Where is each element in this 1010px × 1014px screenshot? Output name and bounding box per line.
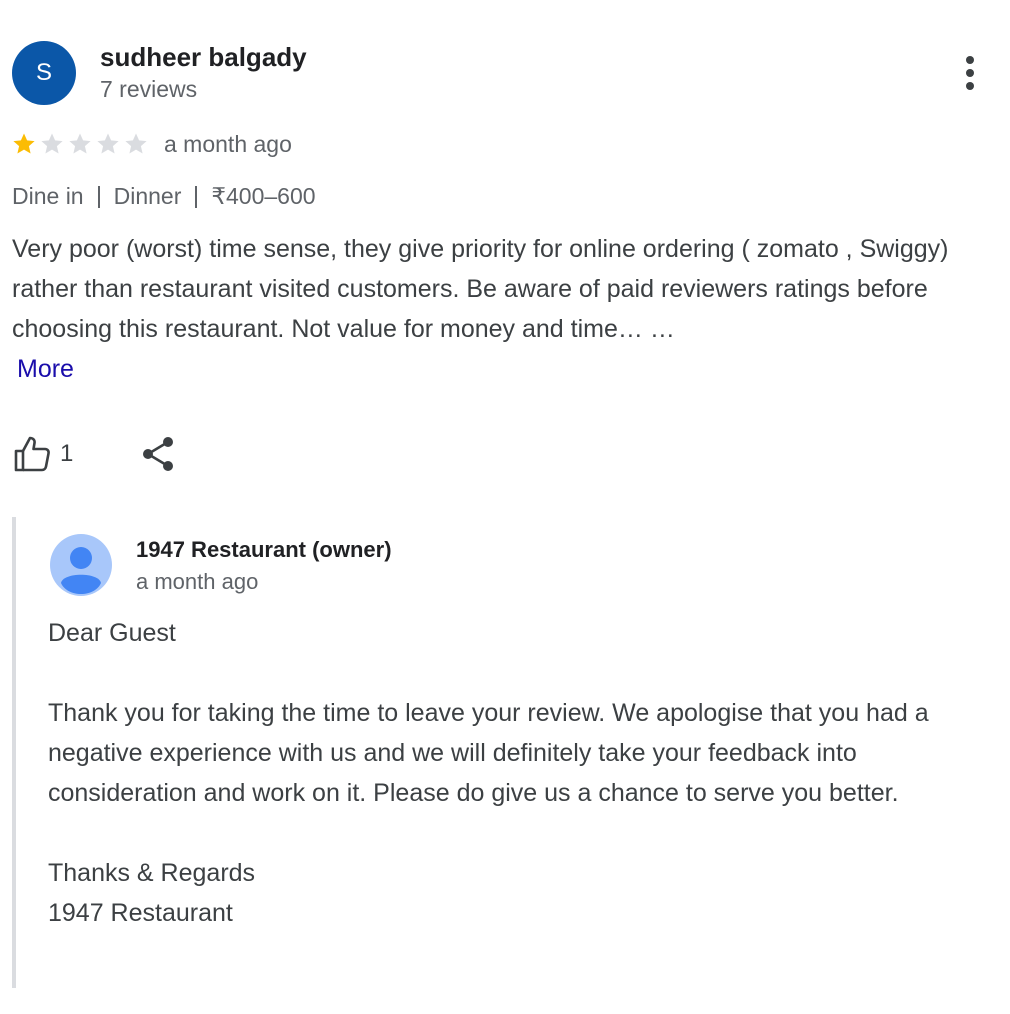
review-actions: 1 — [12, 430, 177, 478]
star-empty-icon — [69, 133, 91, 154]
reply-greeting: Dear Guest — [48, 619, 176, 647]
more-link[interactable]: More — [17, 349, 997, 389]
reply-closing-line: Thanks & Regards — [48, 859, 256, 887]
review-text: Very poor (worst) time sense, they give … — [12, 229, 997, 389]
reviewer-avatar[interactable]: S — [12, 41, 76, 105]
meal-type: Dinner — [113, 183, 182, 209]
thumbs-up-icon — [14, 436, 50, 472]
star-empty-icon — [97, 133, 119, 154]
service-type: Dine in — [12, 183, 84, 209]
star-empty-icon — [41, 133, 63, 154]
star-empty-icon — [125, 133, 147, 154]
owner-reply-text: Dear Guest Thank you for taking the time… — [48, 613, 1003, 933]
reviewer-avatar-initial: S — [35, 59, 52, 86]
like-count: 1 — [60, 440, 74, 467]
review-time: a month ago — [164, 130, 292, 157]
reviewer-review-count[interactable]: 7 reviews — [100, 76, 197, 103]
reply-body: Thank you for taking the time to leave y… — [48, 699, 929, 807]
more-options-button[interactable] — [952, 52, 988, 96]
reply-closing: Thanks & Regards 1947 Restaurant — [48, 853, 1003, 933]
owner-reply: 1947 Restaurant (owner) a month ago Dear… — [12, 517, 1006, 988]
share-icon[interactable] — [139, 434, 177, 474]
meta-divider — [195, 185, 198, 208]
person-avatar-icon — [50, 534, 112, 596]
star-filled-icon — [13, 133, 35, 154]
owner-reply-time: a month ago — [136, 569, 259, 594]
meta-divider — [97, 185, 100, 208]
more-vertical-icon — [966, 56, 974, 90]
rating-row: a month ago — [12, 128, 292, 160]
like-button[interactable]: 1 — [12, 434, 73, 474]
reply-signature: 1947 Restaurant — [48, 899, 233, 927]
star-rating — [12, 132, 152, 156]
reviewer-name[interactable]: sudheer balgady — [100, 42, 307, 73]
owner-name: 1947 Restaurant (owner) — [136, 537, 392, 562]
review-body: Very poor (worst) time sense, they give … — [12, 235, 949, 343]
visit-details: Dine in Dinner ₹400–600 — [12, 183, 316, 210]
price-range: ₹400–600 — [211, 183, 316, 209]
